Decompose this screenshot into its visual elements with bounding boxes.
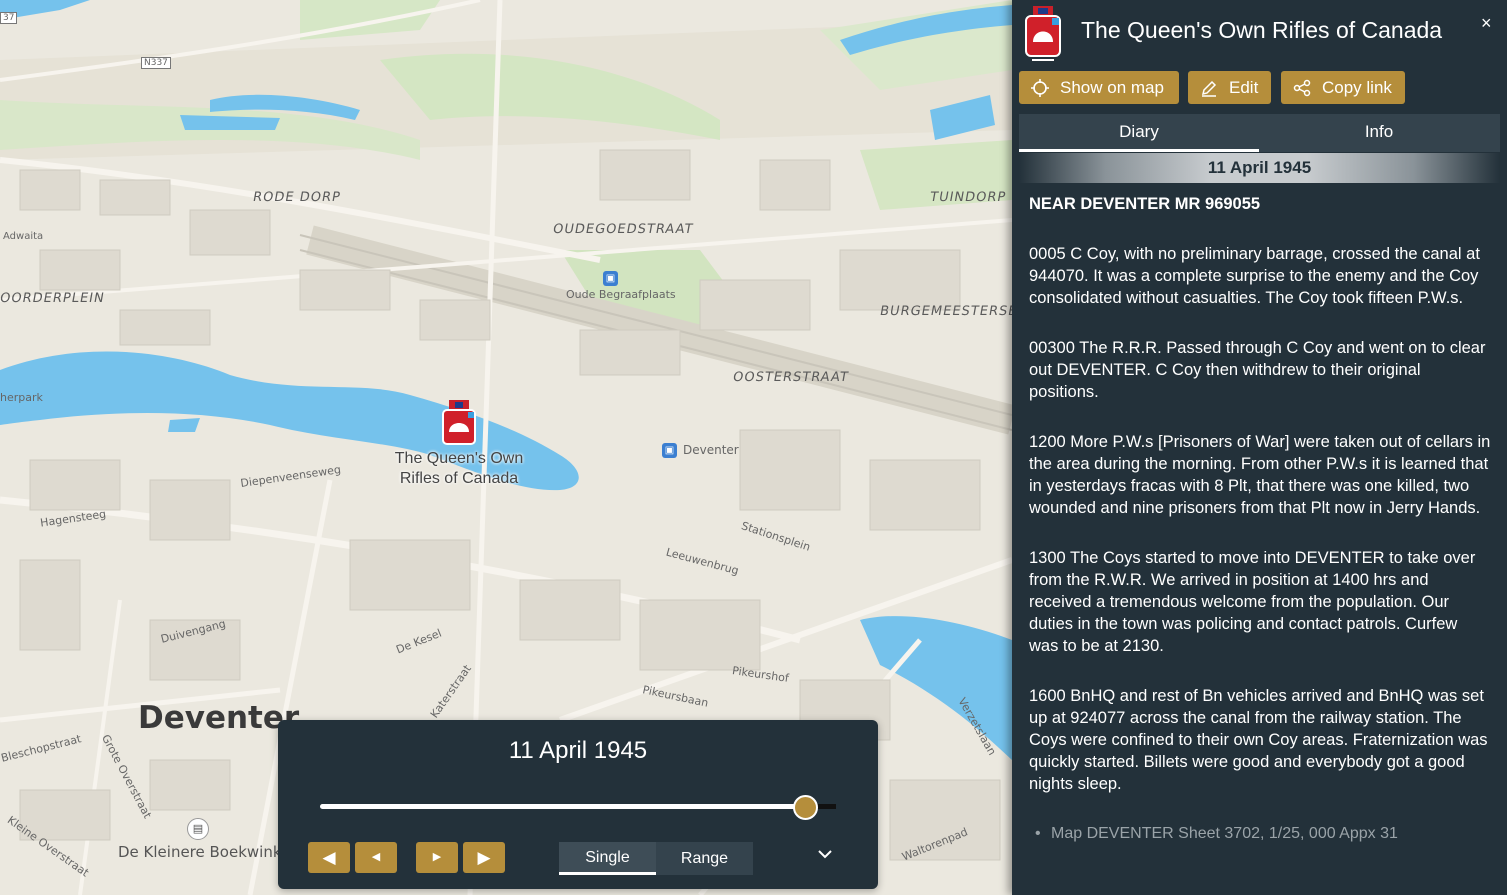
diary-entry: 1200 More P.W.s [Prisoners of War] were … (1029, 433, 1491, 517)
step-back-large-button[interactable]: ◀ (308, 842, 350, 873)
panel-tabs: Diary Info (1019, 114, 1500, 152)
timeline-date: 11 April 1945 (508, 737, 648, 764)
tab-diary[interactable]: Diary (1019, 114, 1259, 152)
mode-range-button[interactable]: Range (656, 842, 753, 875)
road-shield-n337: N337 (141, 57, 171, 69)
step-forward-large-button[interactable]: ▶ (463, 842, 505, 873)
show-on-map-button[interactable]: Show on map (1019, 71, 1179, 104)
map-label-city-deventer: Deventer (138, 700, 300, 736)
map-label-burgemeesters: BURGEMEESTERSB (878, 304, 1012, 319)
diary-date-header: 11 April 1945 (1019, 153, 1500, 183)
step-back-large-icon: ◀ (322, 848, 336, 867)
timeline-expand-button[interactable] (818, 846, 832, 864)
unit-detail-panel: The Queen's Own Rifles of Canada × Show … (1012, 0, 1507, 895)
timeline-slider-handle[interactable] (793, 795, 819, 820)
unit-marker-label-line1: The Queen's Own (394, 450, 524, 467)
bus-stop-icon[interactable]: ▣ (603, 271, 618, 286)
timeline-mode-toggle: Single Range (559, 842, 753, 875)
diary-reference-link[interactable]: Map DEVENTER Sheet 3702, 1/25, 000 Appx … (1029, 823, 1491, 845)
step-forward-small-icon: ▶ (432, 851, 442, 863)
diary-location-heading: NEAR DEVENTER MR 969055 (1029, 195, 1261, 213)
book-icon[interactable]: ▤ (187, 818, 209, 840)
timeline-panel: 11 April 1945 ◀ ◀ ▶ ▶ Single Range (278, 720, 878, 889)
map-label-oudegoedstraat: OUDEGOEDSTRAAT (551, 222, 695, 237)
step-forward-large-icon: ▶ (477, 848, 491, 867)
show-on-map-label: Show on map (1060, 78, 1164, 97)
diary-entry: 0005 C Coy, with no preliminary barrage,… (1029, 245, 1480, 307)
diary-entry: 1600 BnHQ and rest of Bn vehicles arrive… (1029, 687, 1488, 793)
tab-info[interactable]: Info (1259, 114, 1499, 149)
map-label-adwaita: Adwaita (3, 231, 44, 242)
copy-link-label: Copy link (1322, 78, 1392, 97)
map-label-rode-dorp: RODE DORP (251, 190, 343, 205)
panel-title: The Queen's Own Rifles of Canada (1081, 17, 1443, 43)
share-icon (1293, 79, 1311, 97)
pencil-icon (1201, 80, 1217, 97)
step-back-small-icon: ◀ (371, 851, 381, 863)
unit-marker-label-line2: Rifles of Canada (399, 470, 519, 487)
diary-entry: 00300 The R.R.R. Passed through C Coy an… (1029, 339, 1486, 401)
diary-entry: 1300 The Coys started to move into DEVEN… (1029, 549, 1476, 655)
map-label-tuindorp: TUINDORP (928, 190, 1008, 205)
step-forward-small-button[interactable]: ▶ (416, 842, 458, 873)
unit-marker-icon[interactable] (441, 400, 477, 446)
close-icon: × (1481, 13, 1492, 33)
map-label-herpark: herpark (0, 391, 43, 404)
close-button[interactable]: × (1481, 13, 1492, 34)
chevron-down-icon (818, 850, 832, 859)
map-label-bookshop: De Kleinere Boekwinkel (118, 843, 295, 861)
map-label-deventer-station: Deventer (683, 443, 739, 457)
edit-button[interactable]: Edit (1188, 71, 1271, 104)
train-station-icon[interactable]: ▣ (662, 443, 677, 458)
mode-single-button[interactable]: Single (559, 842, 656, 875)
copy-link-button[interactable]: Copy link (1281, 71, 1405, 104)
map-label-oude-begraafplaats: Oude Begraafplaats (566, 288, 676, 301)
unit-insignia-icon (1025, 6, 1061, 61)
step-back-small-button[interactable]: ◀ (355, 842, 397, 873)
road-shield-37: 37 (0, 12, 18, 24)
unit-marker-label[interactable]: The Queen's Own Rifles of Canada (376, 449, 542, 489)
diary-content: NEAR DEVENTER MR 969055 0005 C Coy, with… (1029, 193, 1491, 845)
map-label-oorderplein: OORDERPLEIN (0, 291, 106, 306)
timeline-slider-track[interactable] (320, 804, 836, 809)
map-label-oosterstraat: OOSTERSTRAAT (731, 370, 851, 385)
edit-label: Edit (1229, 78, 1259, 97)
crosshair-icon (1031, 79, 1049, 97)
